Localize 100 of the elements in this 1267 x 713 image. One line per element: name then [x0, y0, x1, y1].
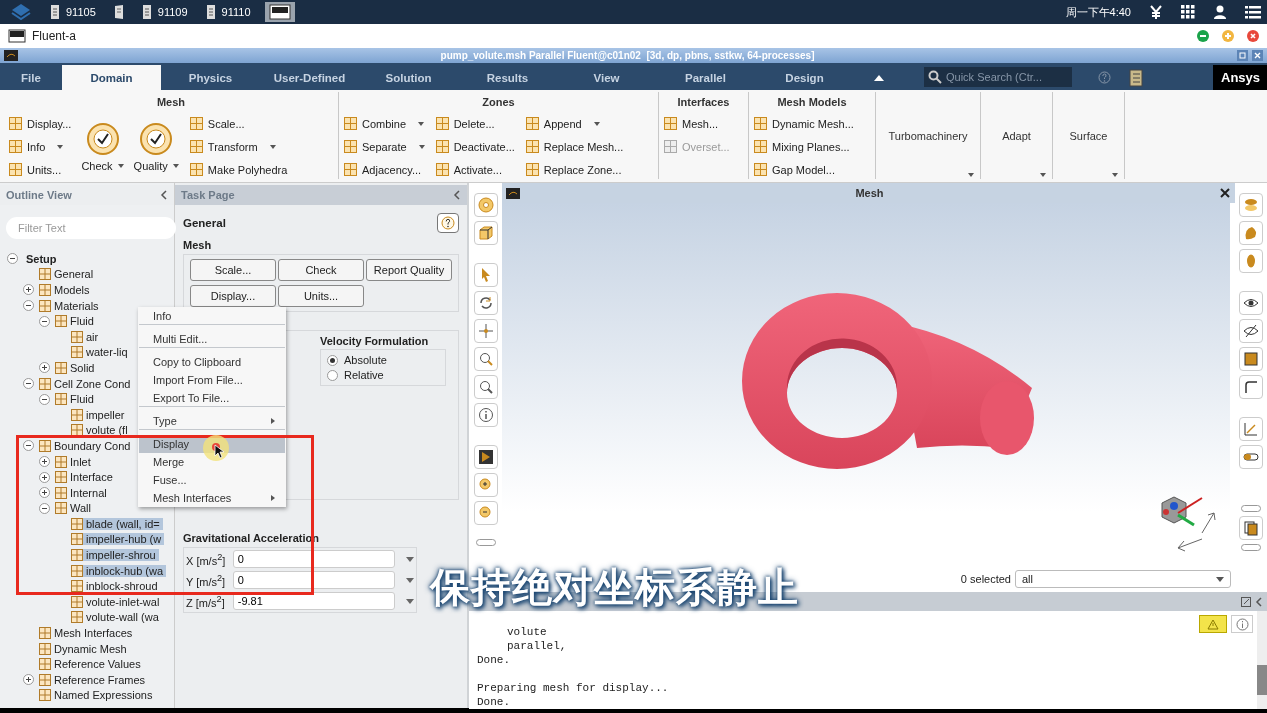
- menu-item[interactable]: Mesh Interfaces: [139, 489, 285, 507]
- layers-tool[interactable]: [1239, 193, 1263, 217]
- plus-toggle-icon[interactable]: [23, 284, 34, 296]
- minus-toggle-icon[interactable]: [23, 300, 34, 312]
- ribbon-button[interactable]: Gap Model...: [753, 160, 854, 179]
- collapse-ribbon-icon[interactable]: [874, 73, 884, 82]
- copy-tool[interactable]: [1239, 516, 1263, 540]
- tree-item[interactable]: Fluid: [67, 315, 97, 328]
- ribbon-button[interactable]: Dynamic Mesh...: [753, 114, 854, 133]
- menu-item[interactable]: Type: [139, 412, 285, 430]
- ribbon-button[interactable]: Replace Mesh...: [524, 137, 624, 156]
- filter-field[interactable]: Filter Text: [6, 217, 176, 239]
- ribbon-button[interactable]: Make Polyhedra: [188, 160, 288, 179]
- tree-item[interactable]: volute (fl: [83, 424, 131, 437]
- toggle-tool[interactable]: [1239, 445, 1263, 469]
- menu-item[interactable]: Fuse...: [139, 471, 285, 489]
- help-button[interactable]: [437, 213, 459, 233]
- ribbon-tab[interactable]: Domain: [62, 65, 161, 90]
- action-button[interactable]: Display...: [190, 285, 276, 307]
- ribbon-button[interactable]: Combine: [343, 114, 425, 133]
- toolbar-handle[interactable]: [475, 539, 496, 546]
- tree-item[interactable]: volute-wall (wa: [83, 611, 162, 624]
- popout-icon[interactable]: [1241, 596, 1251, 607]
- rotate-tool[interactable]: [473, 291, 498, 315]
- tree-item[interactable]: impeller-hub (w: [83, 533, 165, 546]
- flag-tool[interactable]: [473, 445, 498, 469]
- ribbon-button[interactable]: Units...: [8, 160, 72, 179]
- tree-item[interactable]: Models: [51, 284, 93, 296]
- axes-tool[interactable]: [1239, 417, 1263, 441]
- menu-item[interactable]: Info: [139, 307, 285, 325]
- apps-grid-icon[interactable]: [1181, 5, 1195, 19]
- user-icon[interactable]: [1213, 5, 1227, 19]
- ribbon-tab[interactable]: File: [0, 65, 62, 90]
- plus-toggle-icon[interactable]: [39, 362, 50, 374]
- corner-tool[interactable]: [1239, 375, 1263, 399]
- ribbon-button[interactable]: Info: [8, 137, 72, 156]
- tree-item[interactable]: Solid: [67, 361, 98, 374]
- tree-item[interactable]: air: [83, 330, 102, 343]
- minus-toggle-icon[interactable]: [23, 378, 34, 390]
- list-icon[interactable]: [1245, 5, 1261, 19]
- tree-item[interactable]: impeller-shrou: [83, 549, 159, 562]
- ribbon-button[interactable]: Check: [81, 114, 124, 180]
- tree-item[interactable]: Wall: [67, 502, 94, 515]
- ribbon-button[interactable]: Transform: [188, 137, 288, 156]
- ribbon-button[interactable]: Mixing Planes...: [753, 137, 854, 156]
- menu-item[interactable]: Multi Edit...: [139, 330, 285, 348]
- tree-item[interactable]: Reference Frames: [51, 673, 149, 686]
- tree-item[interactable]: Cell Zone Cond: [51, 377, 134, 390]
- tree-item[interactable]: Materials: [51, 299, 102, 312]
- dropdown-arrow-icon[interactable]: [406, 598, 414, 604]
- radio-button[interactable]: [327, 369, 338, 381]
- leaf-tool[interactable]: [1239, 221, 1263, 245]
- ribbon-button[interactable]: Scale...: [188, 114, 288, 133]
- minus-toggle-icon[interactable]: [23, 440, 34, 452]
- action-button[interactable]: Scale...: [190, 259, 276, 281]
- tree-item[interactable]: inblock-hub (wa: [83, 564, 167, 577]
- taskbar-item[interactable]: [264, 2, 295, 22]
- minus-toggle-icon[interactable]: [39, 315, 50, 327]
- ribbon-button[interactable]: Replace Zone...: [524, 160, 624, 179]
- toolbar-handle[interactable]: [1241, 505, 1261, 512]
- tree-item[interactable]: blade (wall, id=: [83, 517, 163, 530]
- input-field[interactable]: 0: [232, 571, 395, 589]
- menu-item[interactable]: Copy to Clipboard: [139, 353, 285, 371]
- tree-item[interactable]: Reference Values: [51, 658, 144, 671]
- ribbon-button[interactable]: Deactivate...: [434, 137, 515, 156]
- dropdown-arrow-icon[interactable]: [1112, 173, 1118, 177]
- ribbon-button[interactable]: Adjacency...: [343, 160, 425, 179]
- hidden-eye-tool[interactable]: [1239, 319, 1263, 343]
- dropdown-arrow-icon[interactable]: [1040, 173, 1046, 177]
- action-button[interactable]: Report Quality: [366, 259, 452, 281]
- tree-item[interactable]: Fluid: [67, 393, 97, 406]
- tree-item[interactable]: impeller: [83, 408, 128, 421]
- collapse-icon[interactable]: [453, 190, 461, 200]
- book-icon[interactable]: [1129, 68, 1143, 87]
- info-tool[interactable]: [473, 403, 498, 427]
- ribbon-button[interactable]: Activate...: [434, 160, 515, 179]
- search-field[interactable]: Quick Search (Ctr...: [924, 67, 1072, 87]
- search-tool[interactable]: [473, 375, 498, 399]
- tree-item[interactable]: Setup: [23, 252, 60, 265]
- ribbon-tab[interactable]: View: [557, 65, 656, 90]
- restore-icon[interactable]: [1237, 50, 1248, 61]
- ribbon-button[interactable]: Append: [524, 114, 624, 133]
- ribbon-tab[interactable]: Physics: [161, 65, 260, 90]
- radio-option[interactable]: Relative: [327, 369, 439, 381]
- toolbar-handle[interactable]: [1241, 544, 1261, 551]
- ribbon-tab[interactable]: Results: [458, 65, 557, 90]
- taskbar-item[interactable]: 91110: [201, 2, 255, 22]
- action-button[interactable]: Check: [278, 259, 364, 281]
- ribbon-button[interactable]: Quality: [133, 114, 179, 180]
- plus-toggle-icon[interactable]: [39, 456, 50, 467]
- tree-item[interactable]: volute-inlet-wal: [83, 595, 163, 608]
- ribbon-button[interactable]: Separate: [343, 137, 425, 156]
- plus-toggle-icon[interactable]: [39, 487, 50, 499]
- menu-item[interactable]: Import From File...: [139, 371, 285, 389]
- eye-tool[interactable]: [1239, 291, 1263, 315]
- dropdown-arrow-icon[interactable]: [968, 173, 974, 177]
- tree-item[interactable]: Inlet: [67, 455, 94, 468]
- tree-item[interactable]: Interface: [67, 471, 116, 484]
- info-button[interactable]: [1231, 615, 1253, 633]
- minus-toggle-icon[interactable]: [39, 502, 50, 514]
